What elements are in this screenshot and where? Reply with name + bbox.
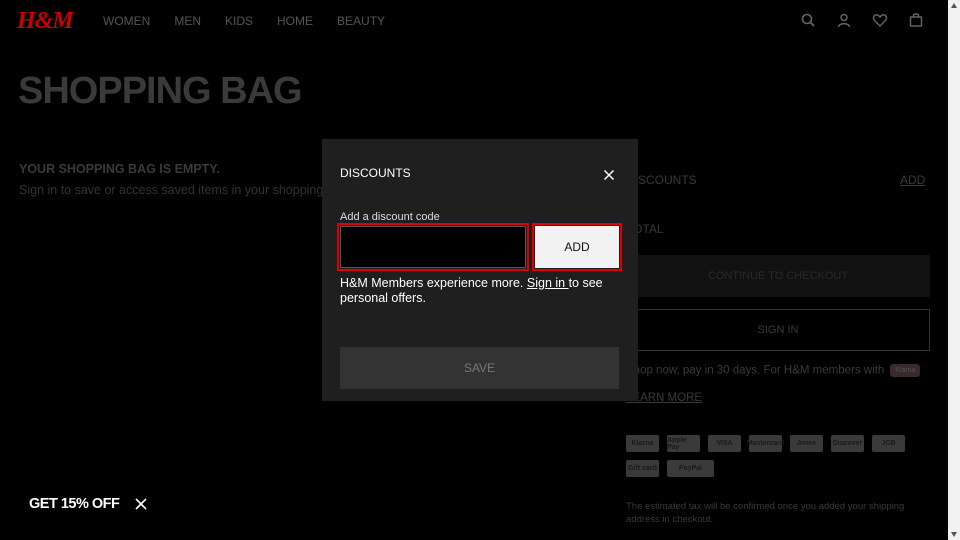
header-icons	[800, 12, 924, 33]
shopping-bag-icon[interactable]	[908, 12, 924, 33]
nav-item-women[interactable]: WOMEN	[103, 14, 150, 28]
favorites-icon[interactable]	[872, 12, 888, 33]
members-text: H&M Members experience more. Sign in to …	[340, 276, 625, 306]
nav-item-men[interactable]: MEN	[174, 14, 201, 28]
scrollbar[interactable]	[948, 0, 960, 540]
discover-icon: Discover	[831, 435, 864, 452]
empty-bag-subtitle: Sign in to save or access saved items in…	[19, 183, 323, 197]
main-nav: WOMEN MEN KIDS HOME BEAUTY	[103, 14, 385, 28]
paypal-icon: PayPal	[667, 460, 714, 477]
modal-title: DISCOUNTS	[340, 166, 411, 180]
promo-close-icon[interactable]	[134, 497, 148, 511]
page-title: SHOPPING BAG	[18, 70, 303, 112]
save-button[interactable]: SAVE	[340, 347, 619, 389]
klarna-promo-label: Shop now, pay in 30 days. For H&M member…	[626, 364, 885, 377]
hm-logo[interactable]: H&M	[17, 8, 74, 35]
search-icon[interactable]	[800, 12, 816, 33]
scroll-up-arrow-icon[interactable]	[951, 3, 957, 8]
tax-note: The estimated tax will be confirmed once…	[626, 501, 905, 525]
sign-in-link[interactable]: Sign in	[527, 276, 569, 290]
add-discount-link[interactable]: ADD	[900, 173, 925, 187]
mastercard-icon: Mastercard	[747, 435, 784, 452]
payment-methods-row-2: Gift card PayPal	[626, 460, 714, 477]
klarna-promo-text: Shop now, pay in 30 days. For H&M member…	[626, 364, 921, 377]
empty-bag-title: YOUR SHOPPING BAG IS EMPTY.	[19, 162, 220, 176]
sign-in-button[interactable]: SIGN IN	[626, 309, 930, 351]
apple-pay-icon: Apple Pay	[667, 435, 700, 452]
close-icon[interactable]	[603, 168, 615, 181]
nav-item-home[interactable]: HOME	[277, 14, 313, 28]
page: H&M WOMEN MEN KIDS HOME BEAUTY SHOPPING …	[0, 0, 948, 540]
visa-icon: VISA	[708, 435, 741, 452]
nav-item-beauty[interactable]: BEAUTY	[337, 14, 385, 28]
promo-banner-label[interactable]: GET 15% OFF	[29, 496, 120, 512]
scroll-down-arrow-icon[interactable]	[951, 532, 957, 537]
amex-icon: Amex	[790, 435, 823, 452]
klarna-badge: Klarna	[890, 364, 921, 377]
discount-code-input[interactable]	[337, 223, 529, 271]
payment-methods-row-1: Klarna Apple Pay VISA Mastercard Amex Di…	[626, 435, 905, 452]
account-icon[interactable]	[836, 12, 852, 33]
continue-to-checkout-button[interactable]: CONTINUE TO CHECKOUT	[626, 255, 930, 297]
nav-item-kids[interactable]: KIDS	[225, 14, 253, 28]
discount-code-label: Add a discount code	[340, 211, 440, 223]
add-discount-button[interactable]: ADD	[532, 223, 622, 271]
gift-card-icon: Gift card	[626, 460, 659, 477]
members-text-start: H&M Members experience more.	[340, 276, 527, 290]
discounts-modal: DISCOUNTS Add a discount code ADD H&M Me…	[322, 139, 638, 401]
jcb-icon: JCB	[872, 435, 905, 452]
klarna-payment-icon: Klarna	[626, 435, 659, 452]
